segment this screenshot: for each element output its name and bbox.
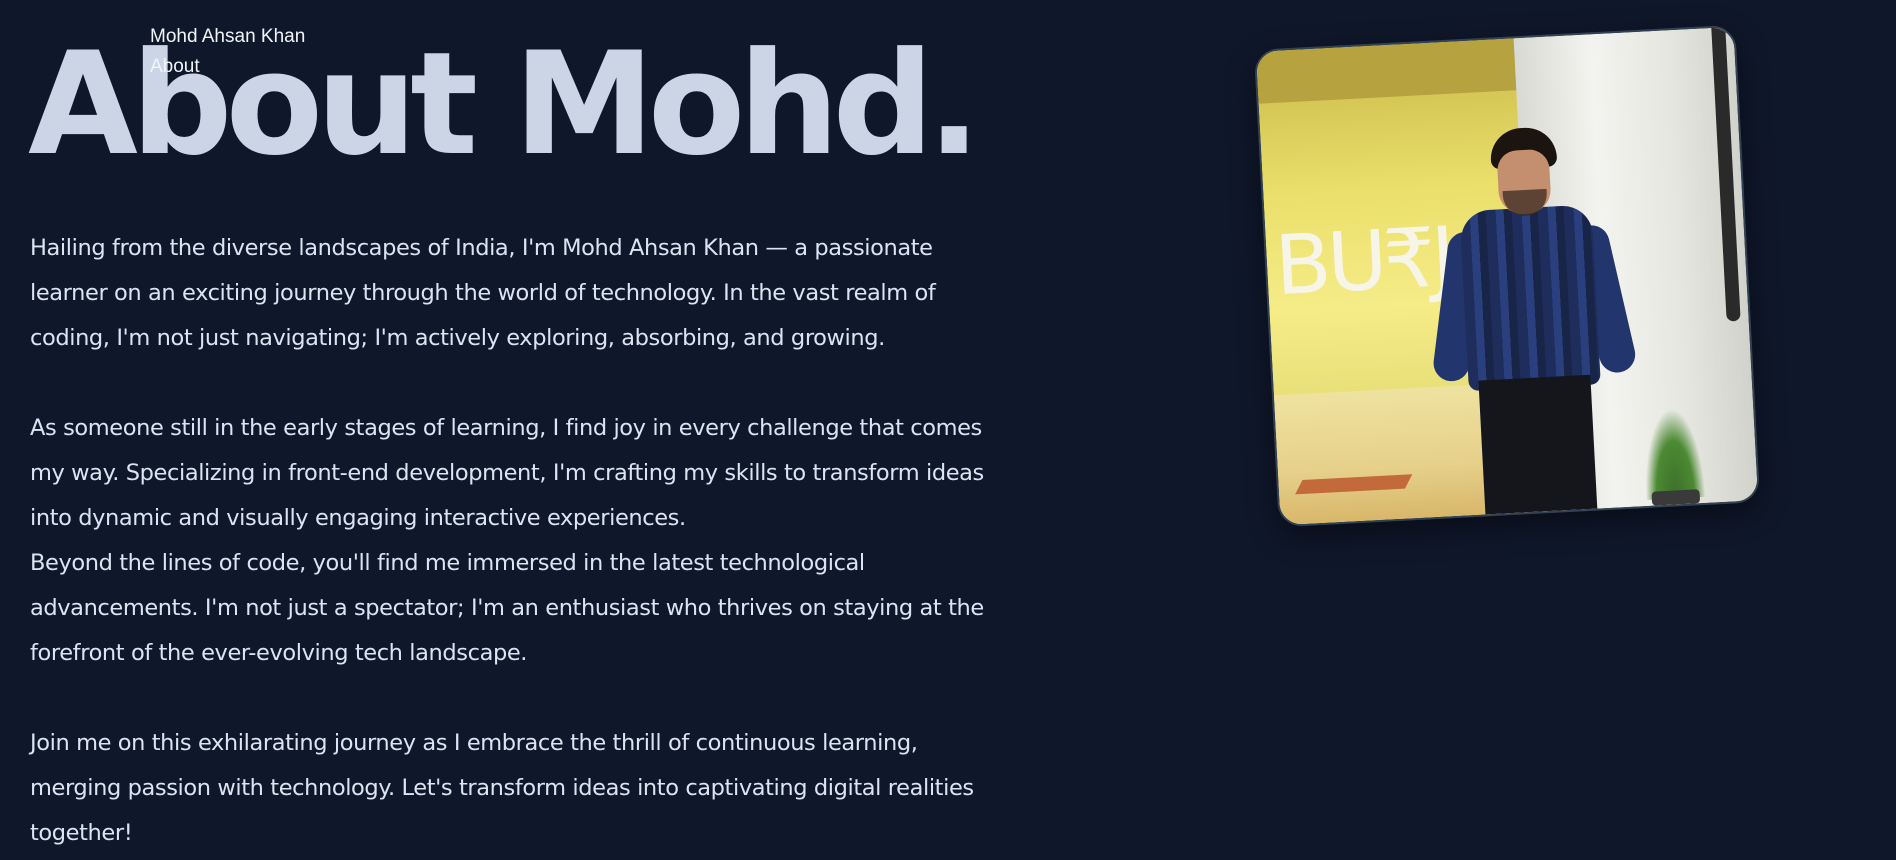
photo-person — [1417, 124, 1639, 517]
profile-photo: BU₹J — [1253, 24, 1761, 528]
photo-plant-pot — [1651, 489, 1701, 506]
bio-paragraph-3: Beyond the lines of code, you'll find me… — [30, 550, 984, 666]
person-pants — [1478, 374, 1598, 515]
bio-paragraph-1: Hailing from the diverse landscapes of I… — [30, 235, 936, 351]
brand-link[interactable]: Mohd Ahsan Khan — [150, 22, 305, 52]
bio-paragraph-2: As someone still in the early stages of … — [30, 415, 984, 531]
top-nav: Mohd Ahsan Khan About — [150, 22, 305, 82]
about-bio: Hailing from the diverse landscapes of I… — [30, 226, 1010, 856]
nav-link-about[interactable]: About — [150, 52, 305, 82]
bio-paragraph-4: Join me on this exhilarating journey as … — [30, 730, 974, 846]
photo-plant — [1641, 407, 1706, 501]
person-shirt — [1459, 204, 1601, 392]
